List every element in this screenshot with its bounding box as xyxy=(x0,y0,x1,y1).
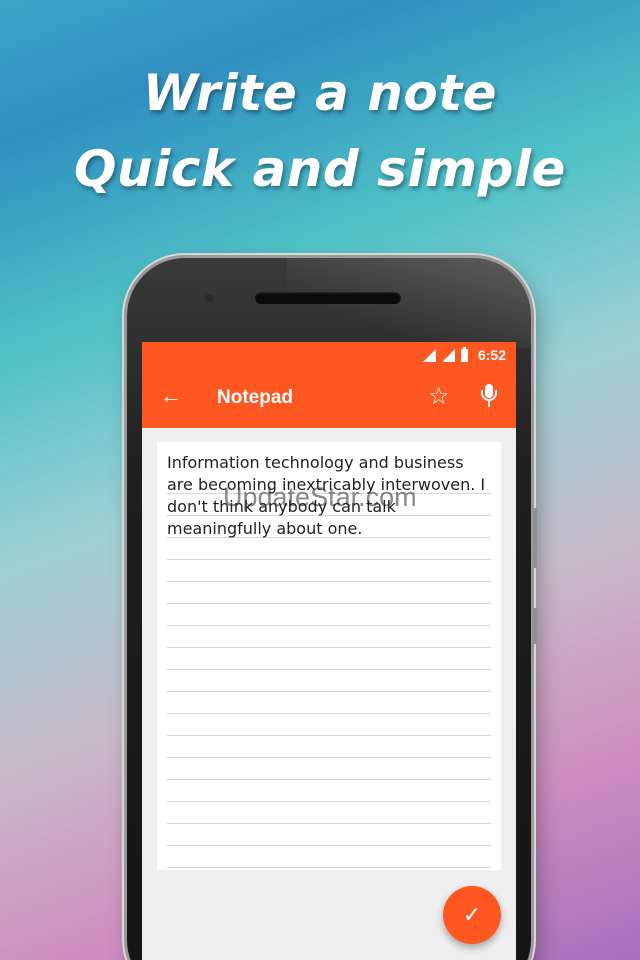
promo-headline-line1: Write a note xyxy=(142,64,498,122)
note-editor[interactable]: Information technology and business are … xyxy=(157,442,501,870)
mic-icon[interactable] xyxy=(480,384,498,410)
watermark-text: UpdateStar.com xyxy=(223,482,417,512)
promo-headline-line2: Quick and simple xyxy=(74,140,566,198)
app-toolbar: ← Notepad ☆ xyxy=(142,368,516,428)
front-camera xyxy=(205,294,213,302)
status-time: 6:52 xyxy=(477,347,506,363)
earpiece-speaker xyxy=(255,292,401,304)
save-check-button[interactable]: ✓ xyxy=(443,886,501,944)
signal-icon xyxy=(441,348,455,362)
back-arrow-icon[interactable]: ← xyxy=(160,383,182,409)
phone-frame: 6:52 ← Notepad ☆ Information technology … xyxy=(127,258,537,960)
signal-icon xyxy=(422,348,436,362)
status-bar: 6:52 xyxy=(142,342,516,368)
volume-button xyxy=(533,508,537,568)
battery-icon xyxy=(460,346,468,362)
phone-screen: 6:52 ← Notepad ☆ Information technology … xyxy=(142,342,516,960)
toolbar-title: Notepad xyxy=(217,387,293,408)
star-icon[interactable]: ☆ xyxy=(428,382,450,411)
power-button xyxy=(533,608,537,644)
